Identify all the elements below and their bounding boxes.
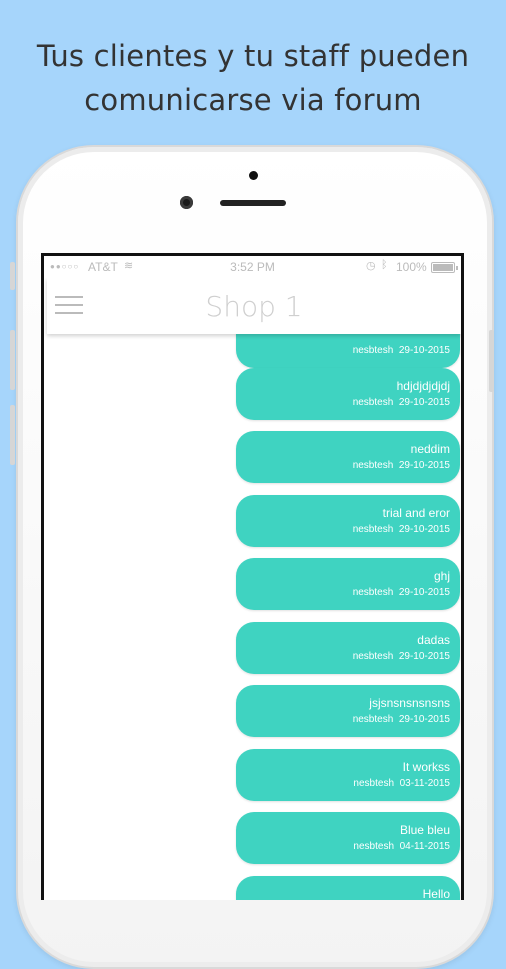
message-text: jsjsnsnsnsnsns bbox=[369, 696, 450, 710]
message-text: trial and eror bbox=[382, 506, 450, 520]
message-list[interactable]: nesbtesh 29-10-2015 hdjdjdjdjdj nesbtesh… bbox=[44, 256, 461, 900]
earpiece-speaker bbox=[220, 200, 286, 206]
power-button bbox=[489, 330, 494, 392]
message-meta: nesbtesh 29-10-2015 bbox=[352, 524, 450, 535]
status-bar: ●●○○○ AT&T ≋ 3:52 PM ◷ ᛒ 100% bbox=[44, 256, 461, 278]
message-text: dadas bbox=[417, 633, 450, 647]
volume-up-button bbox=[10, 330, 15, 390]
message-text: Blue bleu bbox=[399, 823, 450, 837]
message-text: hdjdjdjdjdj bbox=[396, 379, 450, 393]
message-meta: nesbtesh 29-10-2015 bbox=[352, 460, 450, 471]
message-meta: nesbtesh 04-11-2015 bbox=[353, 841, 450, 852]
message-meta: nesbtesh 29-10-2015 bbox=[352, 651, 450, 662]
message-meta: nesbtesh 29-10-2015 bbox=[352, 714, 450, 725]
bluetooth-icon: ᛒ bbox=[381, 259, 388, 271]
message-text: It workss bbox=[402, 760, 450, 774]
message-bubble[interactable]: dadas nesbtesh 29-10-2015 bbox=[236, 622, 460, 674]
message-meta: nesbtesh 29-10-2015 bbox=[352, 345, 450, 356]
battery-icon bbox=[431, 262, 458, 273]
message-text: neddim bbox=[410, 442, 450, 456]
message-text: ghj bbox=[433, 569, 450, 583]
message-text: Hello bbox=[422, 887, 450, 900]
message-bubble[interactable]: Blue bleu nesbtesh 04-11-2015 bbox=[236, 812, 460, 864]
nav-bar: Shop 1 bbox=[47, 278, 461, 334]
battery-percent: 100% bbox=[396, 260, 427, 274]
message-bubble[interactable]: trial and eror nesbtesh 29-10-2015 bbox=[236, 495, 460, 547]
phone-screen: nesbtesh 29-10-2015 hdjdjdjdjdj nesbtesh… bbox=[41, 253, 464, 900]
message-bubble[interactable]: Hello bbox=[236, 876, 460, 900]
volume-down-button bbox=[10, 405, 15, 465]
page-title: Shop 1 bbox=[205, 290, 303, 323]
message-bubble[interactable]: neddim nesbtesh 29-10-2015 bbox=[236, 431, 460, 483]
alarm-icon: ◷ bbox=[366, 260, 376, 272]
message-bubble[interactable]: jsjsnsnsnsnsns nesbtesh 29-10-2015 bbox=[236, 685, 460, 737]
message-bubble[interactable]: ghj nesbtesh 29-10-2015 bbox=[236, 558, 460, 610]
proximity-sensor bbox=[249, 171, 258, 180]
message-meta: nesbtesh 29-10-2015 bbox=[352, 397, 450, 408]
front-camera bbox=[180, 196, 193, 209]
promo-headline: Tus clientes y tu staff pueden comunicar… bbox=[0, 34, 506, 122]
headline-line-2: comunicarse via forum bbox=[84, 83, 422, 117]
message-bubble[interactable]: hdjdjdjdjdj nesbtesh 29-10-2015 bbox=[236, 368, 460, 420]
silent-switch bbox=[10, 262, 15, 290]
app-screen: nesbtesh 29-10-2015 hdjdjdjdjdj nesbtesh… bbox=[44, 256, 461, 900]
message-meta: nesbtesh 03-11-2015 bbox=[353, 778, 450, 789]
message-meta: nesbtesh 29-10-2015 bbox=[352, 587, 450, 598]
headline-line-1: Tus clientes y tu staff pueden bbox=[36, 39, 470, 73]
message-bubble[interactable]: It workss nesbtesh 03-11-2015 bbox=[236, 749, 460, 801]
